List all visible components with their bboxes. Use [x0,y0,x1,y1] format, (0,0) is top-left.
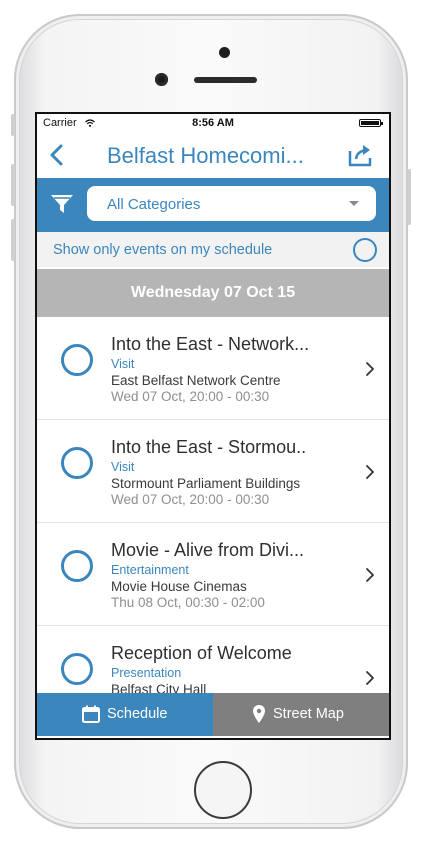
event-title: Into the East - Stormou.. [111,437,307,457]
volume-up-button [11,164,15,206]
event-row[interactable]: Movie - Alive from Divi... Entertainment… [37,523,389,626]
event-time: Thu 08 Oct, 00:30 - 02:00 [111,595,265,610]
tab-street-map[interactable]: Street Map [213,693,389,736]
earpiece-speaker [194,77,257,83]
event-title: Into the East - Network... [111,334,310,354]
power-button [407,169,411,225]
schedule-only-toggle[interactable] [353,238,377,262]
front-camera [155,73,168,86]
event-time: Wed 07 Oct, 20:00 - 00:30 [111,492,270,507]
page-title: Belfast Homecomi... [107,143,304,168]
event-venue: Movie House Cinemas [111,579,247,594]
tab-street-map-label: Street Map [273,706,344,722]
share-icon[interactable] [347,142,375,168]
event-row[interactable]: Into the East - Network... Visit East Be… [37,317,389,420]
event-time: Wed 07 Oct, 20:00 - 00:30 [111,389,270,404]
nav-bar: Belfast Homecomi... [37,132,389,179]
event-venue: Stormount Parliament Buildings [111,476,301,491]
mute-switch [11,114,15,136]
category-dropdown[interactable]: All Categories [87,186,376,221]
event-category: Presentation [111,666,182,680]
chevron-right-icon [366,465,374,479]
chevron-right-icon [366,362,374,376]
event-category: Entertainment [111,563,189,577]
map-pin-icon [253,705,265,723]
sensor-dot [219,47,230,58]
schedule-only-label: Show only events on my schedule [53,242,273,258]
event-row[interactable]: Reception of Welcome Presentation Belfas… [37,626,389,693]
schedule-only-row[interactable]: Show only events on my schedule [37,232,389,267]
tab-schedule[interactable]: Schedule [37,693,213,736]
caret-down-icon [349,201,359,206]
filter-bar: All Categories [37,178,389,232]
chevron-right-icon [366,568,374,582]
event-venue: Belfast City Hall [111,682,207,693]
event-venue: East Belfast Network Centre [111,373,281,388]
event-title: Reception of Welcome [111,643,292,663]
event-list: Into the East - Network... Visit East Be… [37,317,389,693]
date-section-header: Wednesday 07 Oct 15 [37,269,389,317]
tab-bar: Schedule Street Map [37,693,389,736]
status-bar: Carrier 8:56 AM [37,114,389,132]
add-to-schedule-toggle[interactable] [61,344,93,376]
add-to-schedule-toggle[interactable] [61,653,93,685]
volume-down-button [11,219,15,261]
event-title: Movie - Alive from Divi... [111,540,305,560]
add-to-schedule-toggle[interactable] [61,447,93,479]
calendar-icon [82,705,100,723]
category-selected-value: All Categories [107,196,201,213]
chevron-left-icon[interactable] [47,142,67,168]
funnel-icon[interactable] [49,192,75,216]
status-time: 8:56 AM [192,117,234,129]
add-to-schedule-toggle[interactable] [61,550,93,582]
app-screen: Carrier 8:56 AM Belfast Homecomi... All … [35,112,391,740]
chevron-right-icon [366,671,374,685]
home-button[interactable] [194,761,252,819]
event-category: Visit [111,357,135,371]
event-category: Visit [111,460,135,474]
battery-icon [359,119,383,127]
event-row[interactable]: Into the East - Stormou.. Visit Stormoun… [37,420,389,523]
tab-schedule-label: Schedule [107,706,168,722]
